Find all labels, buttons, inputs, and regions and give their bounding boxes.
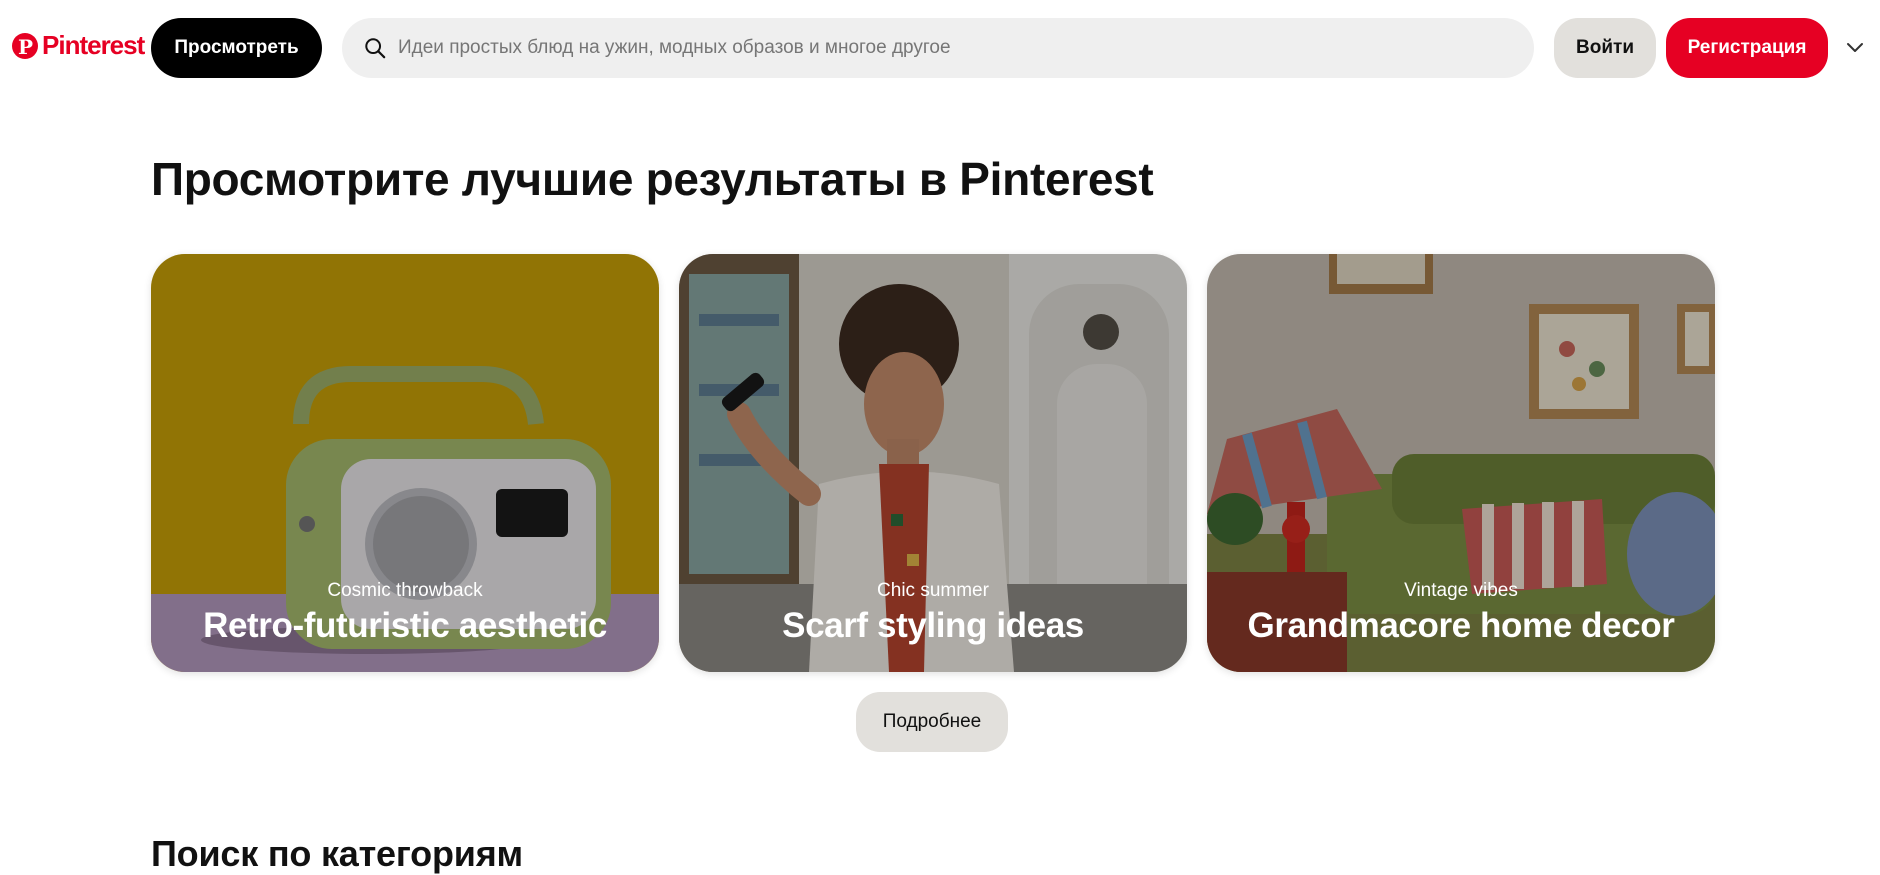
login-button[interactable]: Войти — [1554, 18, 1656, 78]
search-icon — [362, 35, 388, 61]
card-caption: Cosmic throwback Retro-futuristic aesthe… — [151, 580, 659, 646]
featured-card-retro[interactable]: Cosmic throwback Retro-futuristic aesthe… — [151, 254, 659, 672]
card-headline: Grandmacore home decor — [1247, 606, 1675, 645]
categories-title: Поиск по категориям — [151, 833, 523, 874]
pinterest-logo[interactable]: P Pinterest — [12, 30, 145, 61]
chevron-down-icon[interactable] — [1838, 30, 1872, 66]
card-kicker: Chic summer — [877, 580, 989, 601]
logo-text: Pinterest — [42, 30, 145, 60]
featured-cards: Cosmic throwback Retro-futuristic aesthe… — [151, 254, 1715, 672]
card-caption: Chic summer Scarf styling ideas — [679, 580, 1187, 646]
explore-button[interactable]: Просмотреть — [151, 18, 322, 78]
card-caption: Vintage vibes Grandmacore home decor — [1207, 580, 1715, 646]
card-kicker: Cosmic throwback — [327, 580, 483, 601]
details-button[interactable]: Подробнее — [856, 692, 1008, 752]
card-kicker: Vintage vibes — [1404, 580, 1518, 601]
card-headline: Retro-futuristic aesthetic — [203, 606, 607, 645]
page-title: Просмотрите лучшие результаты в Pinteres… — [151, 153, 1154, 205]
pinterest-logo-icon: P — [12, 32, 38, 59]
search-bar[interactable] — [342, 18, 1534, 78]
top-nav: P Pinterest Просмотреть Войти Регистраци… — [0, 0, 1880, 96]
signup-button[interactable]: Регистрация — [1666, 18, 1828, 78]
featured-card-scarf[interactable]: Chic summer Scarf styling ideas — [679, 254, 1187, 672]
card-headline: Scarf styling ideas — [782, 606, 1084, 645]
search-input[interactable] — [398, 18, 1534, 78]
featured-card-grandmacore[interactable]: Vintage vibes Grandmacore home decor — [1207, 254, 1715, 672]
